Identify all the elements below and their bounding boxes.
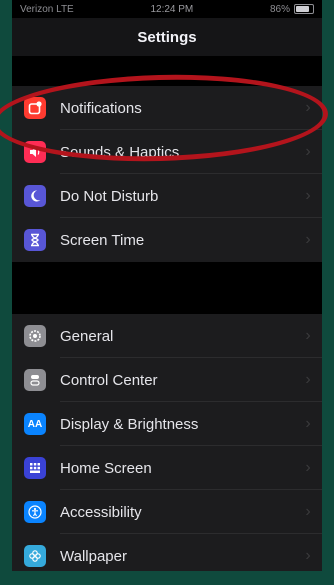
toggles-icon [24, 369, 46, 391]
moon-icon [24, 185, 46, 207]
settings-row-do-not-disturb[interactable]: Do Not Disturb › [12, 174, 322, 218]
settings-row-sounds[interactable]: Sounds & Haptics › [12, 130, 322, 174]
row-label: General [60, 327, 114, 345]
chevron-right-icon: › [305, 503, 311, 520]
row-label: Screen Time [60, 231, 145, 249]
clock: 12:24 PM [150, 3, 194, 15]
grid-icon [24, 457, 46, 479]
chevron-right-icon: › [305, 187, 311, 204]
settings-row-notifications[interactable]: Notifications › [12, 86, 322, 130]
row-label: Home Screen [60, 459, 152, 477]
chevron-right-icon: › [305, 547, 311, 564]
row-label: Do Not Disturb [60, 187, 159, 205]
page-title: Settings [137, 28, 197, 46]
row-label: Sounds & Haptics [60, 143, 180, 161]
chevron-right-icon: › [305, 459, 311, 476]
notifications-icon [24, 97, 46, 119]
chevron-right-icon: › [305, 99, 311, 116]
accessibility-icon [24, 501, 46, 523]
gear-icon [24, 325, 46, 347]
settings-row-control-center[interactable]: Control Center › [12, 358, 322, 402]
hourglass-icon [24, 229, 46, 251]
battery-percent: 86% [269, 3, 290, 15]
settings-screen: Verizon LTE 12:24 PM 86% Settings Notifi… [12, 0, 322, 571]
settings-row-general[interactable]: General › [12, 314, 322, 358]
settings-row-accessibility[interactable]: Accessibility › [12, 490, 322, 534]
chevron-right-icon: › [305, 327, 311, 344]
settings-group-2: General › Control Center › AA Display & … [12, 314, 322, 571]
row-label: Control Center [60, 371, 158, 389]
settings-group-1: Notifications › Sounds & Haptics › Do No… [12, 86, 322, 262]
chevron-right-icon: › [305, 143, 311, 160]
speaker-icon [24, 141, 46, 163]
battery-icon [294, 4, 314, 14]
chevron-right-icon: › [305, 415, 311, 432]
row-label: Display & Brightness [60, 415, 199, 433]
row-label: Notifications [60, 99, 142, 117]
nav-bar: Settings [12, 18, 322, 56]
aa-icon: AA [24, 413, 46, 435]
settings-row-display-brightness[interactable]: AA Display & Brightness › [12, 402, 322, 446]
chevron-right-icon: › [305, 231, 311, 248]
section-spacer [12, 262, 322, 314]
section-spacer [12, 56, 322, 86]
battery-status: 86% [270, 4, 314, 15]
settings-row-wallpaper[interactable]: Wallpaper › [12, 534, 322, 571]
settings-row-home-screen[interactable]: Home Screen › [12, 446, 322, 490]
row-label: Wallpaper [60, 547, 127, 565]
chevron-right-icon: › [305, 371, 311, 388]
settings-row-screen-time[interactable]: Screen Time › [12, 218, 322, 262]
row-label: Accessibility [60, 503, 142, 521]
carrier-label: Verizon LTE [20, 3, 74, 15]
flower-icon [24, 545, 46, 567]
status-bar: Verizon LTE 12:24 PM 86% [12, 0, 322, 18]
